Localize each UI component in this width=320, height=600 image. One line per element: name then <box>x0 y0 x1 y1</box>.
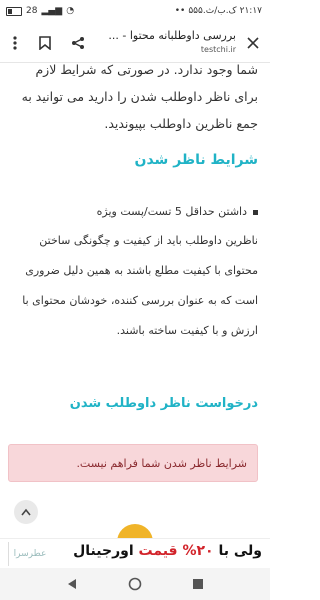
section-heading-request: درخواست ناظر داوطلب شدن <box>69 396 258 411</box>
bookmark-icon[interactable] <box>34 32 56 54</box>
carrier-info: ۵۵۵.ک.ب/ث <box>188 6 237 16</box>
wifi-icon: ◔ <box>66 6 75 16</box>
ad-text-mid: قیمت <box>138 543 178 559</box>
status-bar: 28 ▂▄▆ ◔ •• ۵۵۵.ک.ب/ث ۲۱:۱۷ <box>0 0 270 24</box>
list-item-text: داشتن حداقل 5 تست/پست ویژه <box>96 205 247 218</box>
article-content: شما وجود ندارد. در صورتی که شرایط لازم ب… <box>0 62 270 542</box>
back-icon[interactable] <box>62 574 82 594</box>
notification-icon: •• <box>174 6 186 16</box>
bullet-icon <box>253 209 258 215</box>
ad-text-start: ولی با <box>218 543 262 559</box>
home-icon[interactable] <box>125 574 145 594</box>
ad-text[interactable]: ولی با ۲۰% قیمت اورجینال <box>73 543 262 559</box>
page-title[interactable]: بررسی داوطلبانه محتوا - ... <box>96 29 236 42</box>
ad-banner[interactable]: ولی با ۲۰% قیمت اورجینال عطرسرا <box>0 538 270 569</box>
status-right: •• ۵۵۵.ک.ب/ث ۲۱:۱۷ <box>175 6 262 16</box>
alert-box: شرایط ناظر شدن شما فراهم نیست. <box>8 444 258 482</box>
page-host[interactable]: testchi.ir <box>96 45 236 54</box>
chevron-up-icon <box>21 508 31 516</box>
ad-percent: ۲۰% <box>182 543 214 559</box>
scroll-up-button[interactable] <box>14 500 38 524</box>
recents-icon[interactable] <box>188 574 208 594</box>
conditions-list: داشتن حداقل 5 تست/پست ویژه ناظرین داوطلب… <box>14 202 258 346</box>
more-menu-icon[interactable] <box>4 32 26 54</box>
list-item: داشتن حداقل 5 تست/پست ویژه <box>14 202 258 222</box>
browser-toolbar: بررسی داوطلبانه محتوا - ... testchi.ir <box>0 24 270 63</box>
close-icon[interactable] <box>242 32 264 54</box>
conditions-paragraph: ناظرین داوطلب باید از کیفیت و چگونگی ساخ… <box>22 234 258 337</box>
status-left: 28 ▂▄▆ ◔ <box>6 6 74 16</box>
ad-text-end: اورجینال <box>73 543 134 559</box>
status-time: ۲۱:۱۷ <box>239 6 262 16</box>
signal-icon: ▂▄▆ <box>41 6 63 16</box>
battery-icon <box>6 6 22 16</box>
battery-level: 28 <box>26 6 38 16</box>
section-heading-conditions: شرایط ناظر شدن <box>134 152 258 168</box>
system-nav-bar <box>0 568 270 600</box>
share-icon[interactable] <box>67 32 89 54</box>
intro-paragraph: شما وجود ندارد. در صورتی که شرایط لازم ب… <box>21 62 258 131</box>
ad-logo[interactable]: عطرسرا <box>8 542 51 566</box>
